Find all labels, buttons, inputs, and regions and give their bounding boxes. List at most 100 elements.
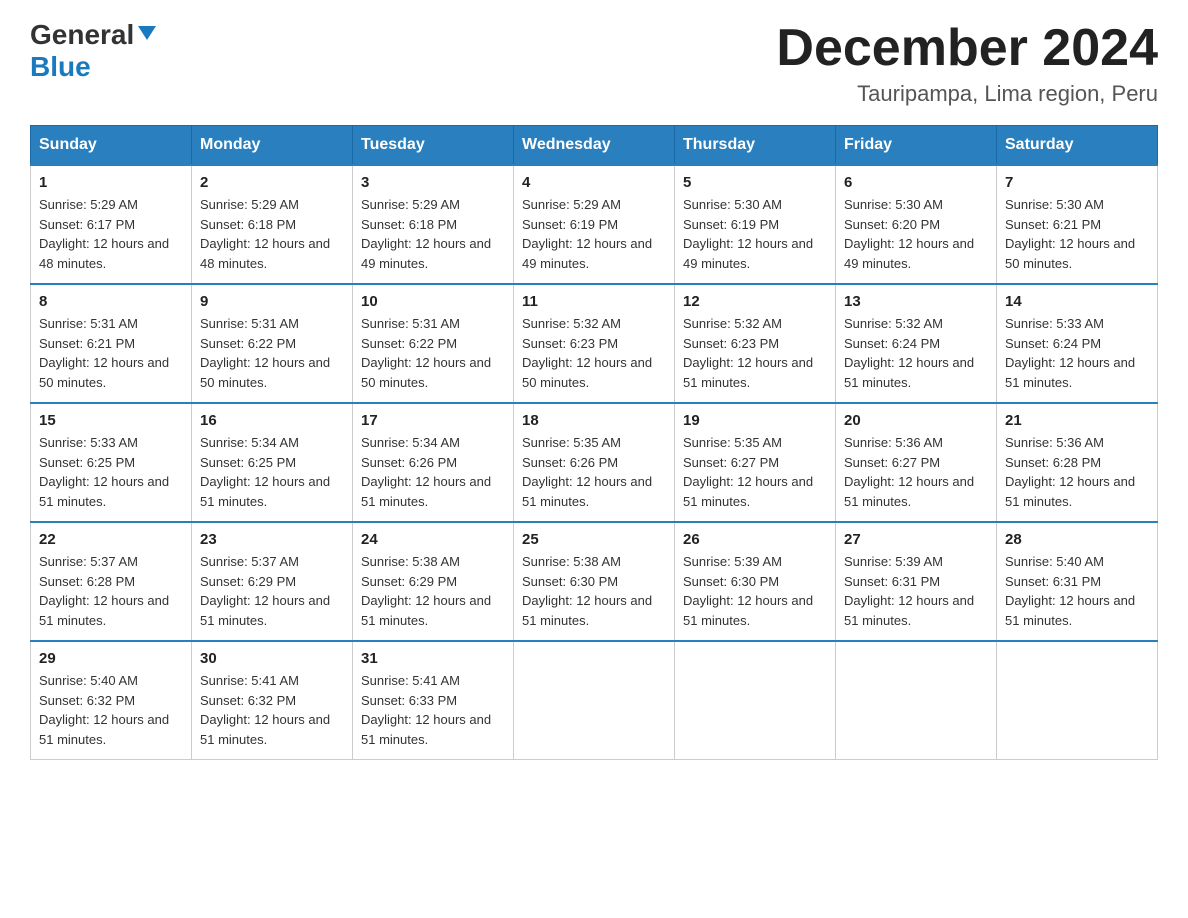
day-info: Sunrise: 5:35 AMSunset: 6:26 PMDaylight:… [522, 435, 652, 509]
logo-triangle-icon [136, 22, 158, 44]
col-thursday: Thursday [675, 126, 836, 166]
table-row: 2 Sunrise: 5:29 AMSunset: 6:18 PMDayligh… [192, 165, 353, 284]
day-number: 3 [361, 174, 505, 191]
day-info: Sunrise: 5:36 AMSunset: 6:27 PMDaylight:… [844, 435, 974, 509]
calendar-week-row: 29 Sunrise: 5:40 AMSunset: 6:32 PMDaylig… [31, 641, 1158, 760]
table-row: 8 Sunrise: 5:31 AMSunset: 6:21 PMDayligh… [31, 284, 192, 403]
calendar-week-row: 22 Sunrise: 5:37 AMSunset: 6:28 PMDaylig… [31, 522, 1158, 641]
day-number: 16 [200, 412, 344, 429]
day-info: Sunrise: 5:29 AMSunset: 6:18 PMDaylight:… [200, 197, 330, 271]
title-section: December 2024 Tauripampa, Lima region, P… [776, 20, 1158, 107]
day-number: 17 [361, 412, 505, 429]
day-number: 24 [361, 531, 505, 548]
day-info: Sunrise: 5:37 AMSunset: 6:28 PMDaylight:… [39, 554, 169, 628]
day-number: 29 [39, 650, 183, 667]
table-row: 18 Sunrise: 5:35 AMSunset: 6:26 PMDaylig… [514, 403, 675, 522]
page-header: General Blue December 2024 Tauripampa, L… [30, 20, 1158, 107]
month-year-title: December 2024 [776, 20, 1158, 77]
day-number: 26 [683, 531, 827, 548]
day-info: Sunrise: 5:39 AMSunset: 6:30 PMDaylight:… [683, 554, 813, 628]
day-info: Sunrise: 5:33 AMSunset: 6:24 PMDaylight:… [1005, 316, 1135, 390]
day-number: 8 [39, 293, 183, 310]
day-number: 7 [1005, 174, 1149, 191]
day-info: Sunrise: 5:30 AMSunset: 6:20 PMDaylight:… [844, 197, 974, 271]
day-number: 10 [361, 293, 505, 310]
col-saturday: Saturday [997, 126, 1158, 166]
col-monday: Monday [192, 126, 353, 166]
day-number: 18 [522, 412, 666, 429]
logo: General Blue [30, 20, 158, 83]
table-row: 25 Sunrise: 5:38 AMSunset: 6:30 PMDaylig… [514, 522, 675, 641]
col-tuesday: Tuesday [353, 126, 514, 166]
table-row: 5 Sunrise: 5:30 AMSunset: 6:19 PMDayligh… [675, 165, 836, 284]
day-info: Sunrise: 5:31 AMSunset: 6:22 PMDaylight:… [200, 316, 330, 390]
day-info: Sunrise: 5:39 AMSunset: 6:31 PMDaylight:… [844, 554, 974, 628]
day-info: Sunrise: 5:32 AMSunset: 6:23 PMDaylight:… [522, 316, 652, 390]
table-row: 15 Sunrise: 5:33 AMSunset: 6:25 PMDaylig… [31, 403, 192, 522]
table-row: 4 Sunrise: 5:29 AMSunset: 6:19 PMDayligh… [514, 165, 675, 284]
table-row: 20 Sunrise: 5:36 AMSunset: 6:27 PMDaylig… [836, 403, 997, 522]
table-row: 9 Sunrise: 5:31 AMSunset: 6:22 PMDayligh… [192, 284, 353, 403]
day-number: 4 [522, 174, 666, 191]
day-info: Sunrise: 5:31 AMSunset: 6:22 PMDaylight:… [361, 316, 491, 390]
table-row [836, 641, 997, 760]
day-number: 31 [361, 650, 505, 667]
day-number: 14 [1005, 293, 1149, 310]
day-number: 12 [683, 293, 827, 310]
day-number: 28 [1005, 531, 1149, 548]
table-row: 6 Sunrise: 5:30 AMSunset: 6:20 PMDayligh… [836, 165, 997, 284]
day-info: Sunrise: 5:37 AMSunset: 6:29 PMDaylight:… [200, 554, 330, 628]
day-number: 15 [39, 412, 183, 429]
table-row: 22 Sunrise: 5:37 AMSunset: 6:28 PMDaylig… [31, 522, 192, 641]
day-info: Sunrise: 5:41 AMSunset: 6:33 PMDaylight:… [361, 673, 491, 747]
day-number: 11 [522, 293, 666, 310]
logo-general: General [30, 20, 134, 51]
day-info: Sunrise: 5:41 AMSunset: 6:32 PMDaylight:… [200, 673, 330, 747]
calendar-table: Sunday Monday Tuesday Wednesday Thursday… [30, 125, 1158, 760]
day-info: Sunrise: 5:38 AMSunset: 6:29 PMDaylight:… [361, 554, 491, 628]
day-info: Sunrise: 5:35 AMSunset: 6:27 PMDaylight:… [683, 435, 813, 509]
table-row: 27 Sunrise: 5:39 AMSunset: 6:31 PMDaylig… [836, 522, 997, 641]
day-number: 9 [200, 293, 344, 310]
table-row [997, 641, 1158, 760]
calendar-week-row: 8 Sunrise: 5:31 AMSunset: 6:21 PMDayligh… [31, 284, 1158, 403]
table-row: 13 Sunrise: 5:32 AMSunset: 6:24 PMDaylig… [836, 284, 997, 403]
table-row [514, 641, 675, 760]
table-row: 31 Sunrise: 5:41 AMSunset: 6:33 PMDaylig… [353, 641, 514, 760]
table-row: 29 Sunrise: 5:40 AMSunset: 6:32 PMDaylig… [31, 641, 192, 760]
table-row: 11 Sunrise: 5:32 AMSunset: 6:23 PMDaylig… [514, 284, 675, 403]
day-number: 27 [844, 531, 988, 548]
table-row: 28 Sunrise: 5:40 AMSunset: 6:31 PMDaylig… [997, 522, 1158, 641]
day-info: Sunrise: 5:40 AMSunset: 6:32 PMDaylight:… [39, 673, 169, 747]
table-row: 17 Sunrise: 5:34 AMSunset: 6:26 PMDaylig… [353, 403, 514, 522]
day-number: 2 [200, 174, 344, 191]
day-number: 6 [844, 174, 988, 191]
table-row: 24 Sunrise: 5:38 AMSunset: 6:29 PMDaylig… [353, 522, 514, 641]
table-row: 23 Sunrise: 5:37 AMSunset: 6:29 PMDaylig… [192, 522, 353, 641]
day-info: Sunrise: 5:29 AMSunset: 6:17 PMDaylight:… [39, 197, 169, 271]
day-number: 5 [683, 174, 827, 191]
table-row: 19 Sunrise: 5:35 AMSunset: 6:27 PMDaylig… [675, 403, 836, 522]
calendar-header-row: Sunday Monday Tuesday Wednesday Thursday… [31, 126, 1158, 166]
calendar-week-row: 15 Sunrise: 5:33 AMSunset: 6:25 PMDaylig… [31, 403, 1158, 522]
day-number: 13 [844, 293, 988, 310]
day-info: Sunrise: 5:33 AMSunset: 6:25 PMDaylight:… [39, 435, 169, 509]
day-number: 22 [39, 531, 183, 548]
table-row: 26 Sunrise: 5:39 AMSunset: 6:30 PMDaylig… [675, 522, 836, 641]
day-info: Sunrise: 5:34 AMSunset: 6:26 PMDaylight:… [361, 435, 491, 509]
day-info: Sunrise: 5:32 AMSunset: 6:23 PMDaylight:… [683, 316, 813, 390]
table-row: 30 Sunrise: 5:41 AMSunset: 6:32 PMDaylig… [192, 641, 353, 760]
day-info: Sunrise: 5:34 AMSunset: 6:25 PMDaylight:… [200, 435, 330, 509]
table-row: 16 Sunrise: 5:34 AMSunset: 6:25 PMDaylig… [192, 403, 353, 522]
col-wednesday: Wednesday [514, 126, 675, 166]
table-row: 3 Sunrise: 5:29 AMSunset: 6:18 PMDayligh… [353, 165, 514, 284]
day-info: Sunrise: 5:30 AMSunset: 6:21 PMDaylight:… [1005, 197, 1135, 271]
day-number: 30 [200, 650, 344, 667]
day-info: Sunrise: 5:31 AMSunset: 6:21 PMDaylight:… [39, 316, 169, 390]
day-info: Sunrise: 5:29 AMSunset: 6:18 PMDaylight:… [361, 197, 491, 271]
day-number: 21 [1005, 412, 1149, 429]
col-friday: Friday [836, 126, 997, 166]
table-row: 10 Sunrise: 5:31 AMSunset: 6:22 PMDaylig… [353, 284, 514, 403]
table-row: 1 Sunrise: 5:29 AMSunset: 6:17 PMDayligh… [31, 165, 192, 284]
table-row: 21 Sunrise: 5:36 AMSunset: 6:28 PMDaylig… [997, 403, 1158, 522]
